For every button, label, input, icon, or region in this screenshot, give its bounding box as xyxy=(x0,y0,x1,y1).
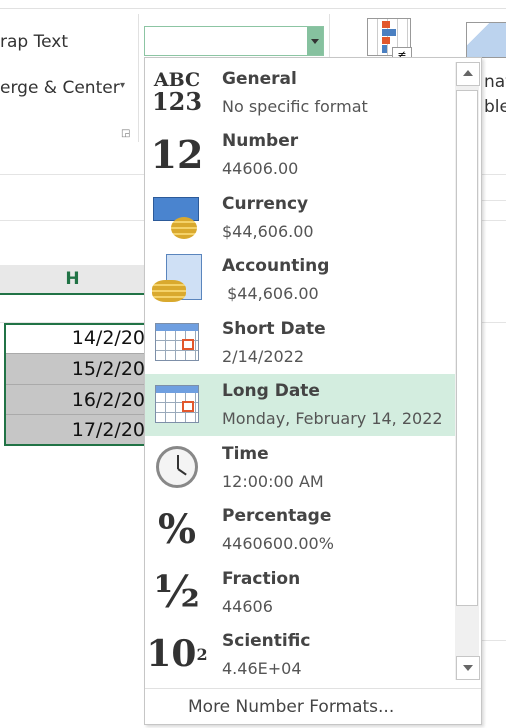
item-example: 44606 xyxy=(222,597,273,616)
item-label: Currency xyxy=(222,194,309,214)
item-label: Accounting xyxy=(222,256,330,276)
item-example: $44,606.00 xyxy=(222,222,314,241)
item-example: Monday, February 14, 2022 xyxy=(222,409,443,428)
scientific-icon: 10 2 xyxy=(146,633,208,675)
conditional-formatting-icon[interactable]: ≠ xyxy=(367,18,412,63)
format-time[interactable]: Time 12:00:00 AM xyxy=(145,437,455,499)
format-short-date[interactable]: Short Date 2/14/2022 xyxy=(145,312,455,374)
item-example: 44606.00 xyxy=(222,159,299,178)
scrollbar[interactable] xyxy=(455,62,480,680)
format-fraction[interactable]: ½ Fraction 44606 xyxy=(145,562,455,624)
abc-123-icon: ABC 123 xyxy=(151,68,203,116)
calendar-icon xyxy=(151,316,203,368)
item-label: General xyxy=(222,69,297,89)
item-label: Time xyxy=(222,444,269,464)
ribbon-label: nat xyxy=(484,72,506,92)
item-example: $44,606.00 xyxy=(222,284,319,303)
percent-icon: % xyxy=(157,505,196,553)
item-label: Long Date xyxy=(222,381,320,401)
clock-icon xyxy=(151,441,203,493)
number-12-icon: 12 xyxy=(150,131,204,177)
divider xyxy=(0,8,506,9)
merge-center-button[interactable]: erge & Center xyxy=(0,78,120,98)
format-accounting[interactable]: Accounting $44,606.00 xyxy=(145,249,455,311)
currency-icon xyxy=(151,191,203,243)
dialog-launcher-icon[interactable]: ◲ xyxy=(121,128,130,139)
dropdown-arrow-button[interactable] xyxy=(307,27,323,55)
item-label: Scientific xyxy=(222,631,311,651)
item-label: Percentage xyxy=(222,506,332,526)
format-currency[interactable]: Currency $44,606.00 xyxy=(145,187,455,249)
format-scientific[interactable]: 10 2 Scientific 4.46E+04 xyxy=(145,624,455,686)
format-number[interactable]: 12 Number 44606.00 xyxy=(145,124,455,186)
gridline xyxy=(482,200,506,201)
item-example: 12:00:00 AM xyxy=(222,472,324,491)
format-general[interactable]: ABC 123 General No specific format xyxy=(145,62,455,124)
calendar-icon xyxy=(151,378,203,430)
item-example: 2/14/2022 xyxy=(222,347,305,366)
wrap-text-button[interactable]: rap Text xyxy=(0,32,68,52)
more-number-formats-link[interactable]: More Number Formats... xyxy=(145,688,481,724)
scrollbar-thumb[interactable] xyxy=(456,90,478,606)
chevron-down-icon[interactable]: ▾ xyxy=(120,80,125,91)
number-format-combo[interactable] xyxy=(144,26,324,56)
scroll-up-button[interactable] xyxy=(456,62,480,86)
item-label: Fraction xyxy=(222,569,301,589)
format-percentage[interactable]: % Percentage 4460600.00% xyxy=(145,499,455,561)
accounting-icon xyxy=(151,253,203,305)
item-example: 4.46E+04 xyxy=(222,659,302,678)
ribbon-label: ble xyxy=(484,97,506,117)
gridline xyxy=(482,640,506,641)
format-long-date[interactable]: Long Date Monday, February 14, 2022 xyxy=(145,374,455,436)
number-format-dropdown: ABC 123 General No specific format 12 Num… xyxy=(144,57,482,725)
item-label: Short Date xyxy=(222,319,326,339)
format-as-table-icon[interactable] xyxy=(466,22,506,58)
item-example: 4460600.00% xyxy=(222,534,334,553)
selection-outline xyxy=(4,323,146,446)
column-header-h[interactable]: H xyxy=(0,265,145,295)
item-example: No specific format xyxy=(222,97,368,116)
fraction-icon: ½ xyxy=(154,566,200,618)
item-label: Number xyxy=(222,131,299,151)
scroll-down-button[interactable] xyxy=(456,656,480,680)
divider xyxy=(138,14,139,142)
